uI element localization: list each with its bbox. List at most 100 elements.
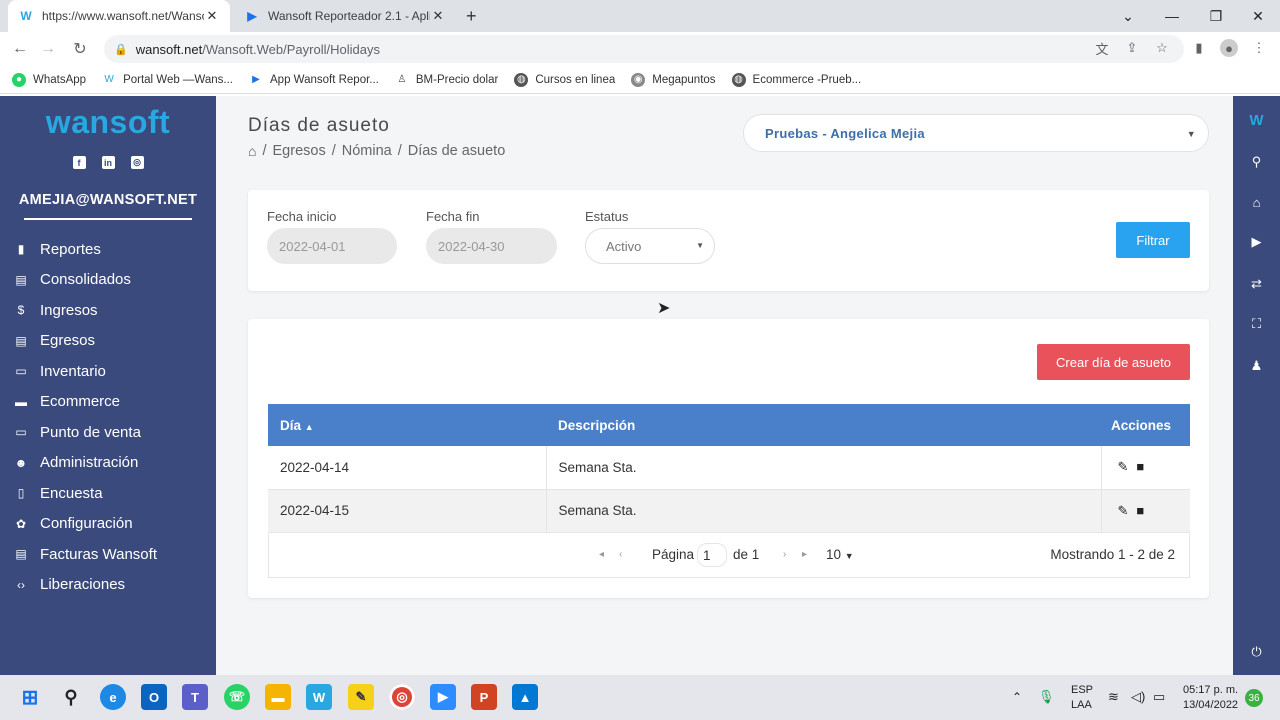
sidebar-item-liberaciones[interactable]: ‹› Liberaciones xyxy=(0,570,216,601)
page-input[interactable]: 1 xyxy=(697,543,727,567)
breadcrumb-nomina[interactable]: Nómina xyxy=(342,143,392,159)
column-acciones: Acciones xyxy=(1101,404,1190,446)
minimize-icon[interactable]: — xyxy=(1150,0,1194,32)
lock-icon: 🔒 xyxy=(114,43,128,56)
chrome-icon[interactable]: ◎ xyxy=(389,684,415,710)
start-date-input[interactable]: 2022-04-01 xyxy=(267,228,397,264)
bookmark-portal-web[interactable]: W Portal Web —Wans... xyxy=(102,73,233,87)
clock-time[interactable]: 05:17 p. m. xyxy=(1183,684,1238,696)
windows-start-icon[interactable]: ⊞ xyxy=(17,684,43,710)
end-date-input[interactable]: 2022-04-30 xyxy=(426,228,557,264)
sidebar-item-reportes[interactable]: ▮ Reportes xyxy=(0,234,216,265)
trash-icon[interactable]: ■ xyxy=(1136,503,1144,518)
create-holiday-button[interactable]: Crear día de asueto xyxy=(1037,344,1190,380)
clock-date[interactable]: 13/04/2022 xyxy=(1183,699,1238,711)
powerpoint-icon[interactable]: P xyxy=(471,684,497,710)
search-icon[interactable]: ⚲ xyxy=(1233,152,1280,172)
facebook-icon[interactable]: f xyxy=(72,156,86,169)
back-icon[interactable]: ← xyxy=(7,36,33,62)
user-email[interactable]: AMEJIA@WANSOFT.NET xyxy=(0,192,216,208)
column-dia[interactable]: Día ▲ xyxy=(268,404,546,446)
video-icon[interactable]: ▶ xyxy=(1233,232,1280,252)
trash-icon[interactable]: ■ xyxy=(1136,459,1144,474)
browser-tab-reporteador[interactable]: ▶ Wansoft Reporteador 2.1 - Aplica ✕ xyxy=(234,0,456,32)
prev-page-icon[interactable]: ‹ xyxy=(619,549,622,560)
file-explorer-icon[interactable]: ▬ xyxy=(265,684,291,710)
status-select[interactable]: Activo ▼ xyxy=(585,228,715,264)
notification-badge[interactable]: 36 xyxy=(1245,689,1263,707)
edit-icon[interactable]: ✎ xyxy=(1118,503,1129,519)
sidebar-item-punto-de-venta[interactable]: ▭ Punto de venta xyxy=(0,417,216,448)
reload-icon[interactable]: ↻ xyxy=(67,36,93,62)
globe-icon: ◍ xyxy=(731,72,746,87)
volume-icon[interactable]: ◁) xyxy=(1131,689,1145,705)
monitor-icon: ▭ xyxy=(15,425,27,440)
bookmark-cursos[interactable]: ◍ Cursos en linea xyxy=(514,72,615,87)
instagram-icon[interactable]: ◎ xyxy=(130,156,144,169)
home-icon[interactable]: ⌂ xyxy=(248,143,256,159)
filter-button[interactable]: Filtrar xyxy=(1116,222,1190,258)
sidebar-item-egresos[interactable]: ▤ Egresos xyxy=(0,326,216,357)
company-select[interactable]: Pruebas - Angelica Mejia ▼ xyxy=(743,114,1209,152)
bookmark-app-wansoft[interactable]: ▶ App Wansoft Repor... xyxy=(249,73,379,87)
teams-icon[interactable]: T xyxy=(182,684,208,710)
sidebar-item-configuracion[interactable]: ✿ Configuración xyxy=(0,509,216,540)
power-icon[interactable]: ⏻ xyxy=(1233,642,1280,662)
sidebar-item-ecommerce[interactable]: ▬ Ecommerce xyxy=(0,387,216,418)
forward-icon[interactable]: → xyxy=(35,36,61,62)
sort-icon[interactable]: ▲ xyxy=(305,422,314,432)
survey-icon: ▯ xyxy=(17,486,25,501)
wansoft-logo[interactable]: wansoft xyxy=(0,104,216,141)
sidebar-item-facturas[interactable]: ▤ Facturas Wansoft xyxy=(0,539,216,570)
sidebar-item-inventario[interactable]: ▭ Inventario xyxy=(0,356,216,387)
sidebar-item-ingresos[interactable]: $ Ingresos xyxy=(0,295,216,326)
search-icon[interactable]: ⚲ xyxy=(58,684,84,710)
sidebar-item-encuesta[interactable]: ▯ Encuesta xyxy=(0,478,216,509)
sidebar-item-consolidados[interactable]: ▤ Consolidados xyxy=(0,265,216,296)
whatsapp-icon[interactable]: ☏ xyxy=(224,684,250,710)
wansoft-icon[interactable]: W xyxy=(306,684,332,710)
menu-dots-icon[interactable]: ⋮ xyxy=(1250,39,1268,57)
first-page-icon[interactable]: ◂ xyxy=(599,549,604,560)
breadcrumb-egresos[interactable]: Egresos xyxy=(273,143,326,159)
zoom-icon[interactable]: ▶ xyxy=(430,684,456,710)
microphone-icon[interactable]: 🎙 xyxy=(1038,689,1055,705)
translate-icon[interactable]: 文 xyxy=(1093,39,1111,57)
sticky-notes-icon[interactable]: ✎ xyxy=(348,684,374,710)
edit-icon[interactable]: ✎ xyxy=(1118,459,1129,475)
close-window-icon[interactable]: ✕ xyxy=(1236,0,1280,32)
bookmark-whatsapp[interactable]: ● WhatsApp xyxy=(12,72,86,87)
home-icon[interactable]: ⌂ xyxy=(1233,192,1280,212)
url-bar[interactable]: 🔒 wansoft.net/Wansoft.Web/Payroll/Holida… xyxy=(104,35,1184,63)
user-icon[interactable]: ♟ xyxy=(1233,356,1280,376)
next-page-icon[interactable]: › xyxy=(783,549,786,560)
bookmark-ecommerce[interactable]: ◍ Ecommerce -Prueb... xyxy=(731,72,861,87)
profile-icon[interactable]: ● xyxy=(1220,39,1238,57)
linkedin-icon[interactable]: in xyxy=(101,156,115,169)
language-primary[interactable]: ESP xyxy=(1071,684,1093,696)
page-size-select[interactable]: 10 ▼ xyxy=(826,547,854,562)
battery-icon[interactable]: ▭ xyxy=(1153,689,1165,705)
language-secondary[interactable]: LAA xyxy=(1071,699,1092,711)
new-tab-icon[interactable]: + xyxy=(466,6,477,27)
swap-icon[interactable]: ⇄ xyxy=(1233,274,1280,294)
side-panel-icon[interactable]: ▮ xyxy=(1190,39,1208,57)
edge-icon[interactable]: e xyxy=(100,684,126,710)
star-icon[interactable]: ☆ xyxy=(1153,39,1171,57)
tray-expand-icon[interactable]: ⌃ xyxy=(1012,690,1022,704)
wifi-icon[interactable]: ≋ xyxy=(1108,689,1119,705)
outlook-icon[interactable]: O xyxy=(141,684,167,710)
fullscreen-icon[interactable]: ⛶ xyxy=(1233,314,1280,334)
close-tab-icon[interactable]: ✕ xyxy=(204,8,220,24)
browser-tab-wansoft[interactable]: W https://www.wansoft.net/Wansoft ✕ xyxy=(8,0,230,32)
last-page-icon[interactable]: ▸ xyxy=(802,549,807,560)
wansoft-icon[interactable]: W xyxy=(1233,110,1280,130)
bookmark-megapuntos[interactable]: ◉ Megapuntos xyxy=(631,72,716,87)
photos-icon[interactable]: ▲ xyxy=(512,684,538,710)
share-icon[interactable]: ⇪ xyxy=(1123,39,1141,57)
close-tab-icon[interactable]: ✕ xyxy=(430,8,446,24)
maximize-icon[interactable]: ❐ xyxy=(1194,0,1238,32)
sidebar-item-administracion[interactable]: ☻ Administración xyxy=(0,448,216,479)
tab-list-icon[interactable]: ⌄ xyxy=(1106,0,1150,32)
bookmark-bm-precio[interactable]: ♙ BM-Precio dolar xyxy=(395,73,498,87)
